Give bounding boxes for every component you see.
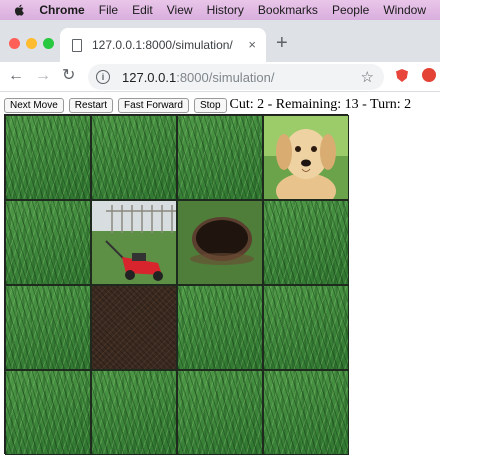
fast-forward-button[interactable]: Fast Forward: [118, 97, 189, 113]
simulation-status: Cut: 2 - Remaining: 13 - Turn: 2: [229, 97, 412, 112]
record-extension-icon[interactable]: [422, 68, 436, 82]
menu-window[interactable]: Window: [383, 3, 426, 17]
reload-icon[interactable]: ↻: [62, 67, 75, 85]
grid-cell-grass: [5, 285, 91, 370]
grid-cell-grass: [5, 115, 91, 200]
restart-button[interactable]: Restart: [68, 97, 114, 113]
grid-cell-hole: [177, 200, 263, 285]
grid-cell-grass: [177, 370, 263, 455]
menu-file[interactable]: File: [99, 3, 118, 17]
menu-history[interactable]: History: [207, 3, 244, 17]
url-host: 127.0.0.1: [122, 69, 177, 85]
grid-cell-dog: [263, 115, 349, 200]
grid-cell-grass: [5, 370, 91, 455]
hole-image: [178, 201, 262, 284]
info-icon[interactable]: i: [96, 70, 110, 84]
menu-app-name[interactable]: Chrome: [39, 3, 84, 17]
stop-button[interactable]: Stop: [193, 97, 227, 113]
bookmark-star-icon[interactable]: ☆: [361, 68, 374, 86]
next-move-button[interactable]: Next Move: [4, 97, 64, 113]
menu-bookmarks[interactable]: Bookmarks: [258, 3, 318, 17]
forward-icon[interactable]: →: [35, 67, 51, 85]
tab-simulation[interactable]: 127.0.0.1:8000/simulation/ ×: [60, 28, 266, 62]
menu-view[interactable]: View: [167, 3, 193, 17]
grid-cell-grass: [263, 370, 349, 455]
window-zoom-button[interactable]: [43, 38, 54, 49]
tab-title: 127.0.0.1:8000/simulation/: [92, 38, 233, 52]
grid-cell-grass: [263, 200, 349, 285]
tab-close-icon[interactable]: ×: [248, 37, 256, 52]
browser-toolbar: ← → ↻ i 127.0.0.1 :8000/simulation/ ☆: [0, 62, 440, 92]
grid-cell-grass: [91, 370, 177, 455]
page-icon: [72, 38, 82, 52]
lawn-grid: [4, 114, 349, 455]
address-bar[interactable]: i 127.0.0.1 :8000/simulation/ ☆: [88, 64, 384, 90]
simulation-controls: Next Move Restart Fast Forward Stop Cut:…: [4, 97, 411, 113]
new-tab-icon[interactable]: +: [276, 33, 288, 53]
window-minimize-button[interactable]: [26, 38, 37, 49]
grid-cell-grass: [5, 200, 91, 285]
macos-menu-bar: Chrome File Edit View History Bookmarks …: [0, 0, 440, 20]
grid-cell-grass: [177, 285, 263, 370]
url-path: :8000/simulation/: [176, 69, 275, 85]
menu-edit[interactable]: Edit: [132, 3, 153, 17]
back-icon[interactable]: ←: [8, 67, 24, 85]
grid-cell-grass: [263, 285, 349, 370]
menu-people[interactable]: People: [332, 3, 369, 17]
window-close-button[interactable]: [9, 38, 20, 49]
page-bottom: [0, 456, 440, 468]
grid-cell-mower: [91, 200, 177, 285]
dog-image: [264, 116, 348, 199]
grid-cell-grass: [177, 115, 263, 200]
tab-strip: 127.0.0.1:8000/simulation/ × +: [0, 20, 440, 62]
grid-cell-grass: [91, 115, 177, 200]
grid-cell-dirt: [91, 285, 177, 370]
apple-icon[interactable]: [14, 3, 25, 17]
mower-image: [92, 201, 176, 284]
